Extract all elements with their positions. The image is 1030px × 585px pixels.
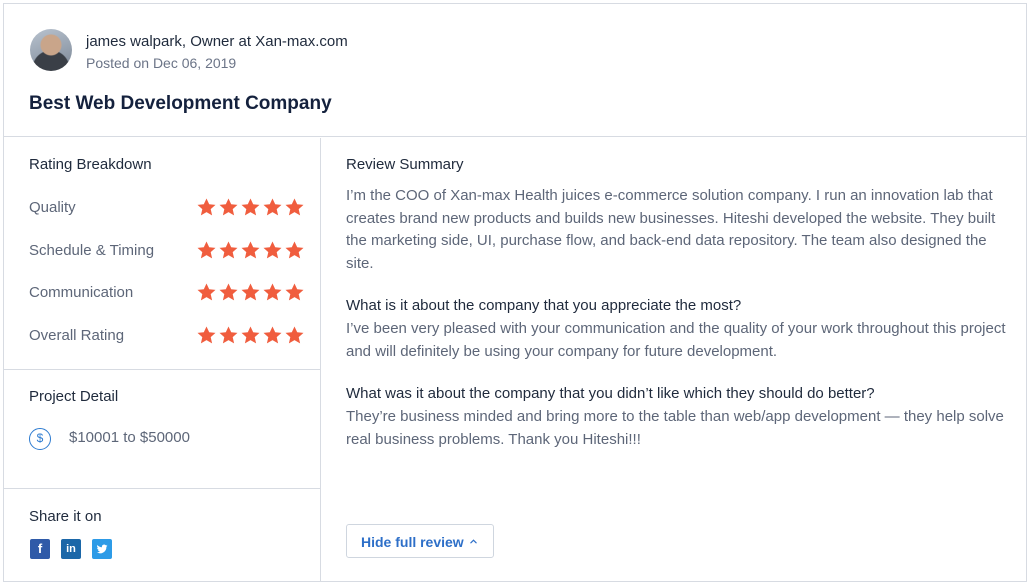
rating-label: Communication (29, 284, 134, 301)
rating-breakdown-title: Rating Breakdown (29, 156, 152, 173)
project-detail-title: Project Detail (29, 388, 119, 405)
rating-row-communication: Communication (29, 282, 305, 304)
review-summary-panel: Review Summary I’m the COO of Xan-max He… (322, 138, 1026, 581)
left-sidebar: Rating Breakdown Quality Schedule & Timi… (4, 138, 321, 581)
question-improve: What was it about the company that you d… (346, 385, 875, 402)
star-icon (241, 283, 260, 301)
rating-label: Overall Rating (29, 327, 125, 344)
twitter-bird-glyph (96, 544, 108, 554)
star-icon (263, 326, 282, 344)
answer-appreciate: I’ve been very pleased with your communi… (346, 320, 1006, 360)
star-icon (241, 326, 260, 344)
review-title: Best Web Development Company (29, 93, 332, 114)
answer-improve: They’re business minded and bring more t… (346, 408, 1004, 448)
star-icon (219, 241, 238, 259)
author-name: james walpark, Owner at Xan-max.com (86, 33, 348, 50)
rating-label: Quality (29, 199, 76, 216)
hide-full-review-label: Hide full review (361, 534, 464, 550)
review-card: james walpark, Owner at Xan-max.com Post… (3, 3, 1027, 582)
star-rating (196, 240, 305, 261)
question-appreciate: What is it about the company that you ap… (346, 297, 742, 314)
share-section: Share it on (4, 490, 320, 580)
twitter-icon[interactable] (92, 539, 112, 559)
star-icon (285, 326, 304, 344)
dollar-circle-icon: $ (29, 428, 51, 450)
facebook-icon[interactable]: f (30, 539, 50, 559)
star-icon (241, 198, 260, 216)
chevron-up-icon (470, 539, 477, 544)
star-rating (196, 197, 305, 218)
star-icon (285, 241, 304, 259)
rating-row-schedule: Schedule & Timing (29, 240, 305, 262)
share-title: Share it on (29, 508, 102, 525)
budget-range: $10001 to $50000 (69, 429, 190, 446)
review-header: james walpark, Owner at Xan-max.com Post… (4, 4, 1026, 137)
star-icon (197, 198, 216, 216)
star-icon (197, 326, 216, 344)
rating-breakdown-section: Rating Breakdown Quality Schedule & Timi… (4, 138, 320, 370)
star-icon (263, 283, 282, 301)
rating-row-quality: Quality (29, 197, 305, 219)
star-icon (285, 198, 304, 216)
rating-label: Schedule & Timing (29, 242, 155, 259)
review-summary-title: Review Summary (346, 156, 464, 173)
rating-row-overall: Overall Rating (29, 325, 305, 347)
star-icon (197, 283, 216, 301)
star-icon (219, 326, 238, 344)
avatar (30, 29, 72, 71)
star-rating (196, 325, 305, 346)
star-rating (196, 282, 305, 303)
star-icon (197, 241, 216, 259)
hide-full-review-button[interactable]: Hide full review (346, 524, 494, 558)
review-summary-text: I’m the COO of Xan-max Health juices e-c… (346, 187, 996, 272)
posted-date: Posted on Dec 06, 2019 (86, 55, 237, 71)
star-icon (263, 198, 282, 216)
star-icon (285, 283, 304, 301)
star-icon (241, 241, 260, 259)
linkedin-icon[interactable]: in (61, 539, 81, 559)
star-icon (219, 283, 238, 301)
star-icon (219, 198, 238, 216)
star-icon (263, 241, 282, 259)
